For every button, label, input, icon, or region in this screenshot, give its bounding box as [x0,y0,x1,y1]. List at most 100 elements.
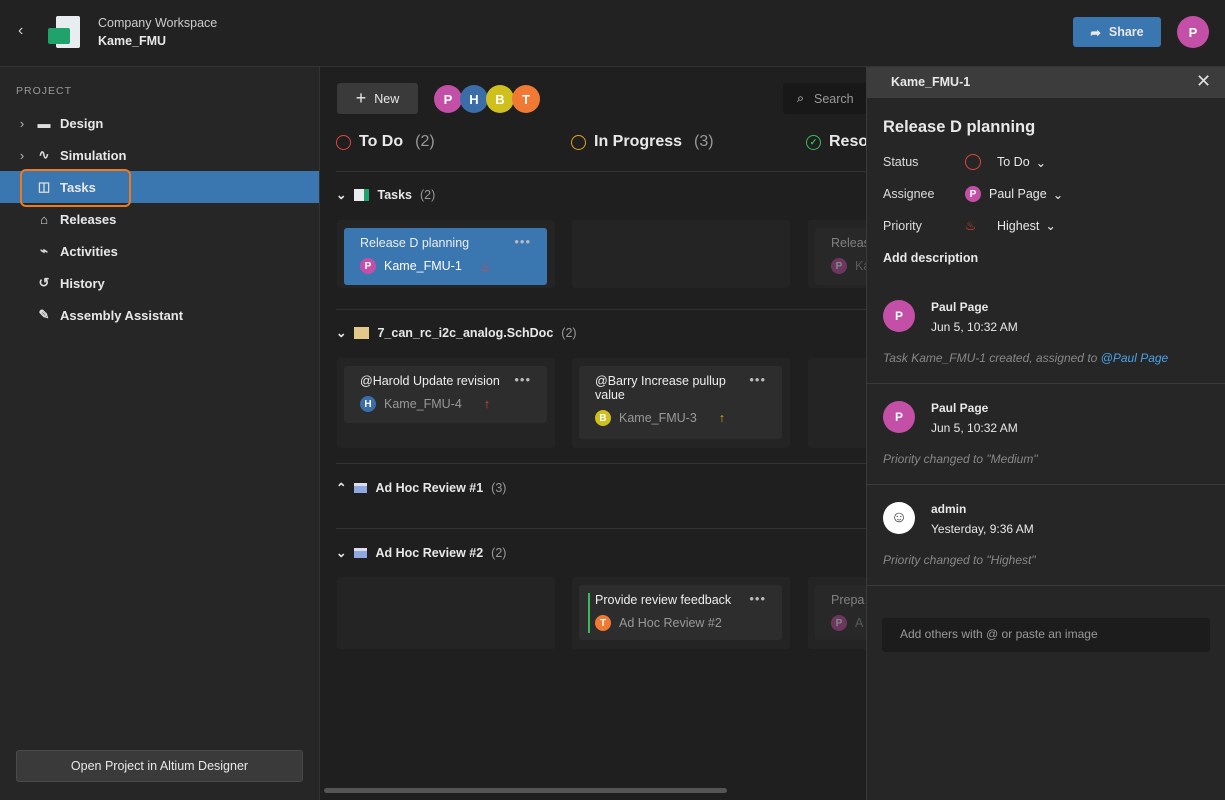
label: Releases [60,211,117,227]
user-avatar[interactable]: P [1177,16,1209,48]
open-in-altium-button[interactable]: Open Project in Altium Designer [16,750,303,782]
comment-input[interactable]: Add others with @ or paste an image [882,618,1210,652]
panel-task-id: Kame_FMU-1 [891,75,971,89]
status-dropdown[interactable]: To Do [997,155,1030,169]
assignee-field: Assignee P Paul Page ⌄ [883,186,1063,202]
label: History [60,275,105,291]
chevron-down-icon[interactable]: ⌄ [336,545,346,560]
schematic-doc-icon [354,326,370,339]
sidebar-item-activities[interactable]: ⌁ Activities [0,235,319,267]
label: Reso [829,133,866,150]
share-icon: ➦ [1090,25,1101,40]
clock-icon [571,134,586,150]
sidebar-item-simulation[interactable]: › ∿ Simulation [0,139,319,171]
divider [336,171,866,172]
task-title[interactable]: Release D planning [883,118,1035,137]
search-input[interactable]: ⌕ Search [783,83,866,114]
share-button[interactable]: ➦ Share [1073,17,1161,47]
label: Simulation [60,147,127,163]
sidebar-item-design[interactable]: › ▬ Design [0,107,319,139]
assignee-dropdown[interactable]: Paul Page [989,187,1047,201]
chevron-up-icon[interactable]: ⌃ [336,480,346,495]
label: Status [883,155,919,169]
user-filter-avatar[interactable]: T [512,85,540,113]
chevron-down-icon[interactable]: ⌄ [1053,187,1063,202]
share-label: Share [1108,25,1144,39]
avatar: P [965,186,981,202]
flame-priority-icon: ♨ [965,219,977,233]
task-card[interactable]: @Barry Increase pullup value ••• B Kame_FM… [579,366,782,439]
activity-user: Paul Page [931,300,989,314]
task-card[interactable]: @Harold Update revision ••• H Kame_FMU-4 ↑ [344,366,547,423]
user-filter-avatar[interactable]: B [486,85,514,113]
group-schdoc[interactable]: ⌄ 7_can_rc_i2c_analog.SchDoc (2) [336,325,577,341]
more-icon[interactable]: ••• [514,234,531,249]
column-header-in-progress: In Progress (3) [571,133,714,151]
back-icon[interactable]: ‹ [18,22,23,40]
task-card[interactable]: Releas P Ka [815,228,866,285]
task-card[interactable]: Provide review feedback ••• T Ad Hoc Revie… [579,585,782,640]
more-icon[interactable]: ••• [749,372,766,387]
status-bar [588,593,590,633]
activity-text: Priority changed to "Medium" [883,452,1038,466]
chevron-right-icon[interactable]: › [12,148,32,163]
user-filter-avatar[interactable]: H [460,85,488,113]
chevron-down-icon[interactable]: ⌄ [336,325,346,340]
group-ad-hoc-review-2[interactable]: ⌄ Ad Hoc Review #2 (2) [336,545,507,561]
chevron-down-icon[interactable]: ⌄ [1036,155,1046,170]
count: (2) [561,325,577,340]
new-task-button[interactable]: + New [337,83,418,114]
count: (2) [415,133,435,150]
activity-text: Task Kame_FMU-1 created, assigned to [883,351,1101,365]
user-filter-avatar[interactable]: P [434,85,462,113]
empty-slot [572,220,790,288]
search-placeholder: Search [814,91,854,106]
workspace-name: Company Workspace [98,16,218,30]
label: Tasks [377,187,412,202]
sidebar-item-history[interactable]: ↺ History [0,267,319,299]
more-icon[interactable]: ••• [514,372,531,387]
divider [336,528,866,529]
count: (3) [694,133,714,150]
label: New [374,91,400,106]
chevron-down-icon[interactable]: ⌄ [1045,218,1055,233]
sidebar-item-tasks[interactable]: ◫ Tasks [0,169,319,207]
activity-user: admin [931,502,967,516]
arrow-up-high-priority-icon: ↑ [483,397,491,411]
priority-dropdown[interactable]: Highest [997,219,1039,233]
arrow-up-medium-priority-icon: ↑ [718,411,726,425]
add-description-link[interactable]: Add description [883,251,978,265]
top-header: ‹ Company Workspace Kame_FMU ➦ Share P [0,0,1225,67]
avatar: H [360,396,376,412]
count: (2) [491,545,507,560]
count: (2) [420,187,436,202]
card-id: Kame_FMU-4 [384,397,462,411]
card-title: Provide review feedback [595,593,732,607]
label: Assembly Assistant [60,307,184,323]
status-field: Status To Do ⌄ [883,154,1046,170]
project-logo-icon [48,16,80,50]
folder-icon: ▬ [37,115,51,131]
card-title: Prepa [831,593,865,607]
task-card[interactable]: Release D planning ••• P Kame_FMU-1 ♨ [344,228,547,285]
chevron-down-icon[interactable]: ⌄ [336,187,346,202]
label: Priority [883,218,922,233]
avatar: P [883,401,915,433]
label: 7_can_rc_i2c_analog.SchDoc [377,325,554,340]
activity-item: P Paul Page Jun 5, 10:32 AM Priority cha… [867,384,1225,485]
task-card[interactable]: Prepa PA [815,585,866,640]
sidebar-item-assembly-assistant[interactable]: ✎ Assembly Assistant [0,299,319,331]
more-icon[interactable]: ••• [749,591,766,606]
activity-user: Paul Page [931,401,989,415]
mention-link[interactable]: @Paul Page [1101,351,1169,365]
close-icon[interactable]: ✕ [1196,71,1211,92]
group-tasks[interactable]: ⌄ Tasks (2) [336,187,436,203]
group-ad-hoc-review-1[interactable]: ⌃ Ad Hoc Review #1 (3) [336,480,506,496]
horizontal-scrollbar[interactable] [324,788,727,793]
chevron-right-icon[interactable]: › [12,116,32,131]
sidebar-item-releases[interactable]: ⌂ Releases [0,203,319,235]
history-icon: ↺ [38,275,50,290]
highlight-outline [20,169,131,207]
priority-field: Priority ♨ Highest ⌄ [883,218,1056,234]
activity-text: Priority changed to "Highest" [883,553,1036,567]
